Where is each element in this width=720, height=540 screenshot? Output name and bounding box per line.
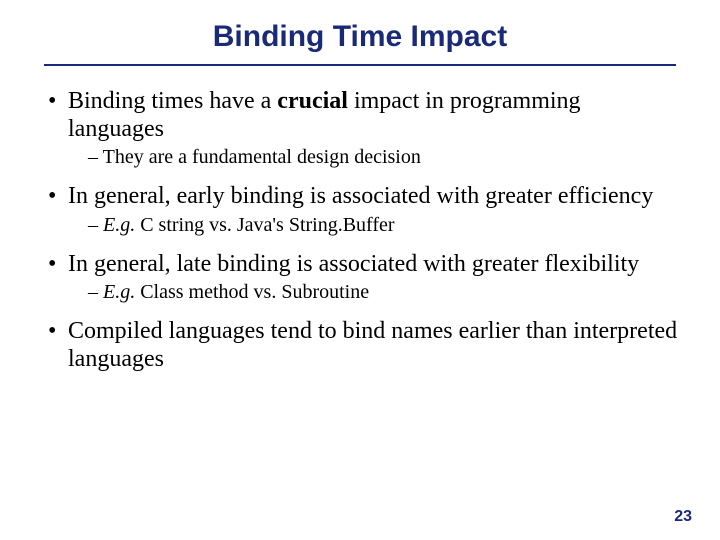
page-number: 23 [674, 508, 692, 526]
slide-title: Binding Time Impact [40, 20, 680, 54]
bullet-2-text: In general, early binding is associated … [68, 183, 680, 211]
bullet-2-sub: – E.g. C string vs. Java's String.Buffer [88, 213, 680, 237]
bullet-2: • In general, early binding is associate… [48, 183, 680, 211]
bullet-2-sub-rest: C string vs. Java's String.Buffer [135, 214, 394, 236]
bullet-1-pre: Binding times have a [68, 88, 277, 114]
sub-dash: – [88, 146, 103, 168]
bullet-dot: • [48, 318, 68, 346]
bullet-3-sub: – E.g. Class method vs. Subroutine [88, 280, 680, 304]
bullet-3-sub-prefix: E.g. [103, 281, 135, 303]
bullet-1-strong: crucial [277, 88, 348, 114]
bullet-1-sub-text: They are a fundamental design decision [103, 146, 421, 168]
bullet-2-sub-prefix: E.g. [103, 214, 135, 236]
bullet-4: • Compiled languages tend to bind names … [48, 318, 680, 373]
bullet-dot: • [48, 251, 68, 279]
bullet-1-sub: – They are a fundamental design decision [88, 145, 680, 169]
bullet-1: • Binding times have a crucial impact in… [48, 88, 680, 143]
bullet-list: • Binding times have a crucial impact in… [40, 88, 680, 374]
bullet-3-sub-rest: Class method vs. Subroutine [135, 281, 369, 303]
sub-dash: – [88, 281, 103, 303]
bullet-3: • In general, late binding is associated… [48, 251, 680, 279]
title-underline [44, 64, 676, 66]
bullet-3-text: In general, late binding is associated w… [68, 251, 680, 279]
bullet-dot: • [48, 183, 68, 211]
sub-dash: – [88, 214, 103, 236]
bullet-dot: • [48, 88, 68, 116]
bullet-4-text: Compiled languages tend to bind names ea… [68, 318, 680, 373]
bullet-1-text: Binding times have a crucial impact in p… [68, 88, 680, 143]
